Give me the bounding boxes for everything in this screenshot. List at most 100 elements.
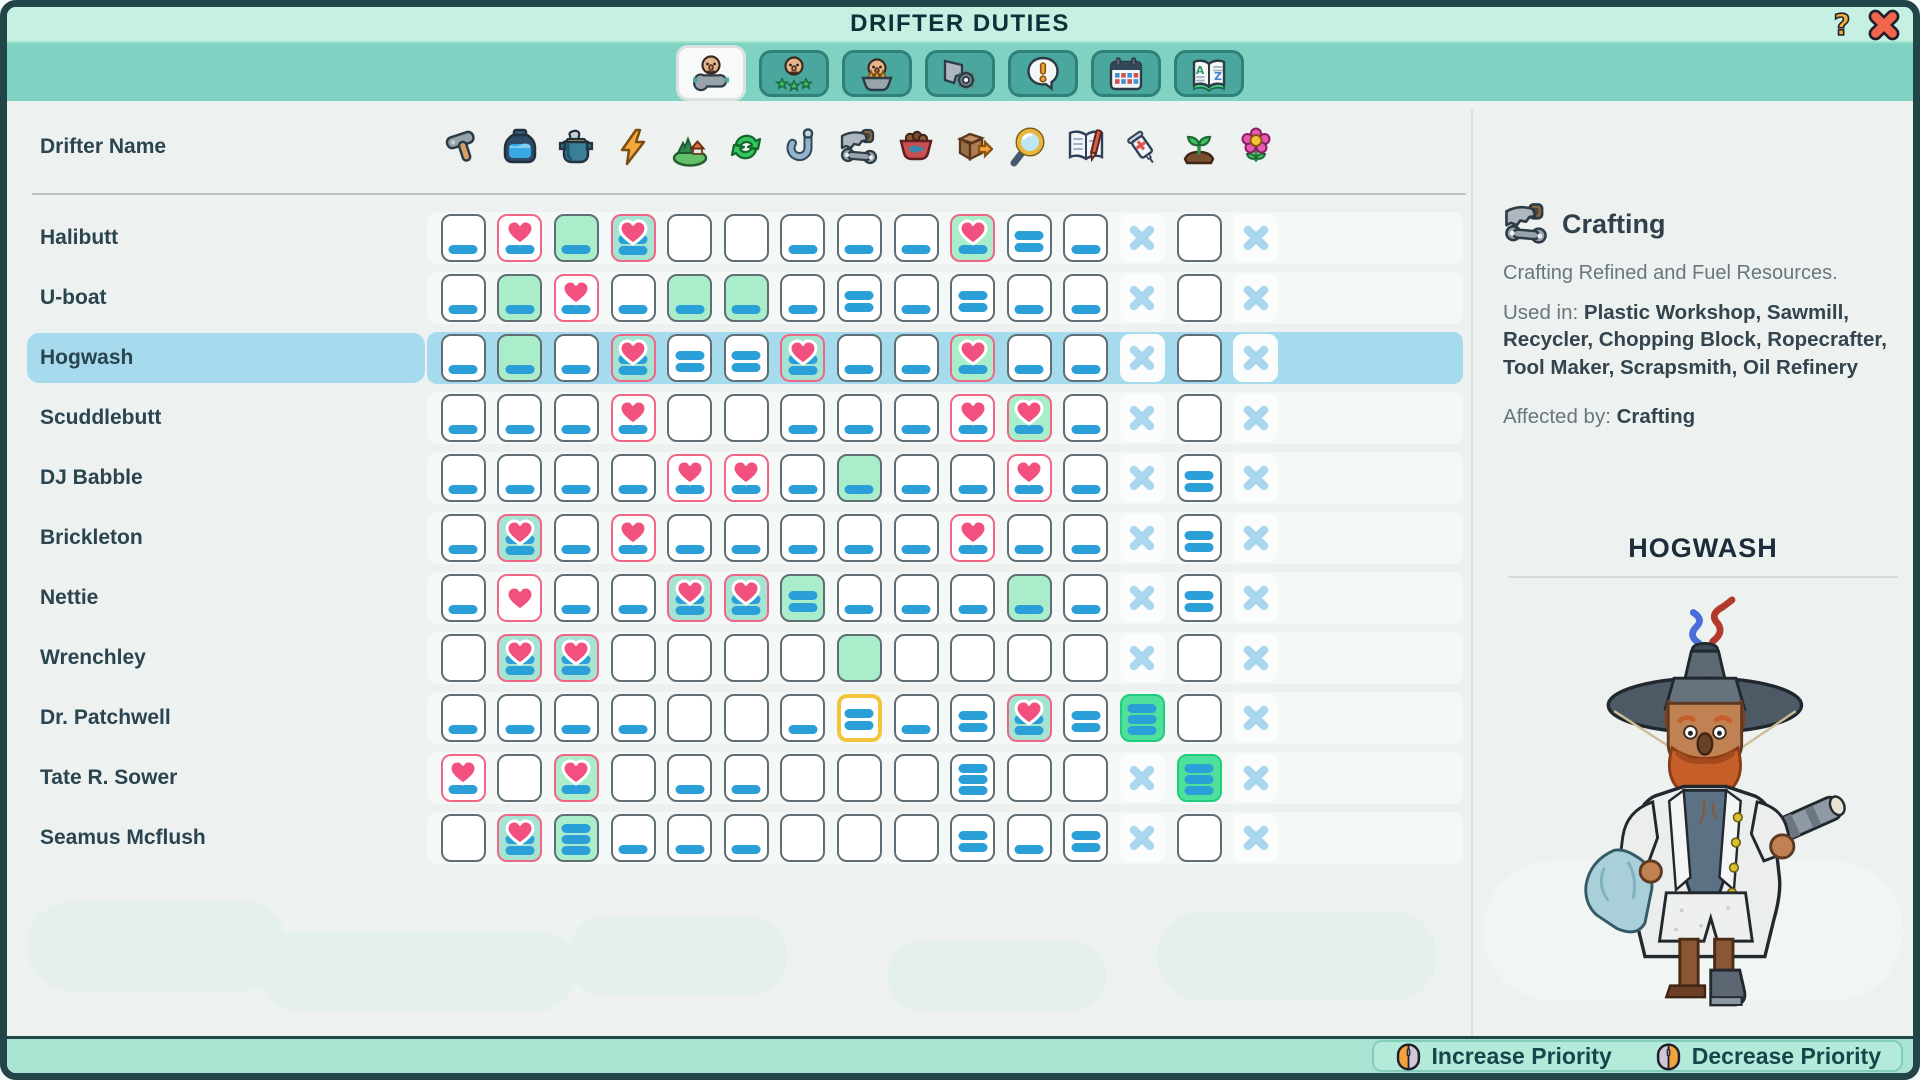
energy-bolt-icon[interactable] — [613, 127, 653, 167]
duty-cell[interactable] — [780, 334, 825, 382]
duty-cell[interactable] — [1177, 454, 1222, 502]
crafting-icon[interactable] — [839, 127, 879, 167]
duty-cell[interactable] — [611, 394, 656, 442]
duty-cell[interactable] — [611, 574, 656, 622]
duty-cell[interactable] — [1233, 754, 1278, 802]
tab-schedule[interactable] — [1091, 50, 1161, 97]
duty-cell[interactable] — [780, 394, 825, 442]
duty-cell[interactable] — [780, 514, 825, 562]
tab-production[interactable] — [925, 50, 995, 97]
duty-cell[interactable] — [837, 694, 882, 742]
duty-cell[interactable] — [1233, 574, 1278, 622]
duty-cell[interactable] — [950, 394, 995, 442]
duty-cell[interactable] — [611, 694, 656, 742]
duty-cell[interactable] — [1233, 814, 1278, 862]
drifter-name[interactable]: Wrenchley — [27, 633, 425, 683]
duty-cell[interactable] — [441, 514, 486, 562]
drifter-name[interactable]: Halibutt — [27, 213, 425, 263]
duty-cell[interactable] — [724, 394, 769, 442]
duty-cell[interactable] — [1177, 814, 1222, 862]
duty-cell[interactable] — [1063, 274, 1108, 322]
duty-cell[interactable] — [611, 274, 656, 322]
duty-cell[interactable] — [837, 514, 882, 562]
duty-cell[interactable] — [780, 754, 825, 802]
duty-cell[interactable] — [441, 694, 486, 742]
drifter-name[interactable]: Dr. Patchwell — [27, 693, 425, 743]
duty-cell[interactable] — [554, 634, 599, 682]
duty-cell[interactable] — [837, 754, 882, 802]
duty-cell[interactable] — [780, 814, 825, 862]
duty-cell[interactable] — [1177, 754, 1222, 802]
duty-cell[interactable] — [1233, 454, 1278, 502]
duty-cell[interactable] — [441, 754, 486, 802]
duty-cell[interactable] — [1233, 334, 1278, 382]
duty-cell[interactable] — [611, 454, 656, 502]
duty-cell[interactable] — [667, 754, 712, 802]
duty-cell[interactable] — [837, 574, 882, 622]
drifter-name[interactable]: DJ Babble — [27, 453, 425, 503]
duty-cell[interactable] — [497, 634, 542, 682]
education-book-icon[interactable] — [1066, 127, 1106, 167]
duty-cell[interactable] — [950, 754, 995, 802]
duty-cell[interactable] — [894, 394, 939, 442]
duty-cell[interactable] — [1233, 274, 1278, 322]
duty-cell[interactable] — [667, 814, 712, 862]
duty-cell[interactable] — [497, 454, 542, 502]
duty-cell[interactable] — [497, 814, 542, 862]
duty-cell[interactable] — [611, 814, 656, 862]
research-magnifier-icon[interactable] — [1009, 127, 1049, 167]
duty-cell[interactable] — [1120, 214, 1165, 262]
tab-skills[interactable] — [759, 50, 829, 97]
duty-cell[interactable] — [1120, 754, 1165, 802]
duty-cell[interactable] — [837, 274, 882, 322]
duty-cell[interactable] — [611, 334, 656, 382]
duty-cell[interactable] — [780, 574, 825, 622]
gardening-flower-icon[interactable] — [1236, 127, 1276, 167]
duty-cell[interactable] — [950, 514, 995, 562]
duty-cell[interactable] — [554, 514, 599, 562]
duty-cell[interactable] — [1177, 634, 1222, 682]
priority-hint[interactable]: Decrease Priority — [1654, 1042, 1881, 1071]
duty-cell[interactable] — [667, 694, 712, 742]
drifter-name[interactable]: Hogwash — [27, 333, 425, 383]
duty-cell[interactable] — [1063, 634, 1108, 682]
duty-cell[interactable] — [724, 574, 769, 622]
duty-cell[interactable] — [1007, 274, 1052, 322]
duty-cell[interactable] — [1177, 274, 1222, 322]
drifter-name[interactable]: Scuddlebutt — [27, 393, 425, 443]
close-button[interactable] — [1867, 8, 1901, 42]
duty-cell[interactable] — [497, 394, 542, 442]
duty-cell[interactable] — [497, 334, 542, 382]
duty-cell[interactable] — [780, 214, 825, 262]
duty-cell[interactable] — [611, 634, 656, 682]
tab-alerts[interactable] — [1008, 50, 1078, 97]
water-flask-icon[interactable] — [500, 127, 540, 167]
duty-cell[interactable] — [894, 754, 939, 802]
duty-cell[interactable] — [441, 274, 486, 322]
duty-cell[interactable] — [724, 634, 769, 682]
duty-cell[interactable] — [894, 454, 939, 502]
duty-cell[interactable] — [497, 274, 542, 322]
duty-cell[interactable] — [837, 394, 882, 442]
duty-cell[interactable] — [894, 814, 939, 862]
drifter-name[interactable]: Nettie — [27, 573, 425, 623]
duty-cell[interactable] — [441, 394, 486, 442]
duty-cell[interactable] — [1177, 514, 1222, 562]
duty-cell[interactable] — [780, 274, 825, 322]
duty-cell[interactable] — [667, 514, 712, 562]
duty-cell[interactable] — [1233, 634, 1278, 682]
duty-cell[interactable] — [724, 274, 769, 322]
fishing-hook-icon[interactable] — [783, 127, 823, 167]
duty-cell[interactable] — [497, 694, 542, 742]
duty-cell[interactable] — [1007, 814, 1052, 862]
duty-cell[interactable] — [1063, 514, 1108, 562]
duty-cell[interactable] — [554, 694, 599, 742]
tab-index[interactable]: AZ — [1174, 50, 1244, 97]
hauling-box-icon[interactable] — [953, 127, 993, 167]
duty-cell[interactable] — [1120, 634, 1165, 682]
duty-cell[interactable] — [1177, 574, 1222, 622]
help-button[interactable]: ? — [1825, 8, 1859, 42]
duty-cell[interactable] — [724, 334, 769, 382]
recycling-icon[interactable] — [726, 127, 766, 167]
duty-cell[interactable] — [667, 634, 712, 682]
